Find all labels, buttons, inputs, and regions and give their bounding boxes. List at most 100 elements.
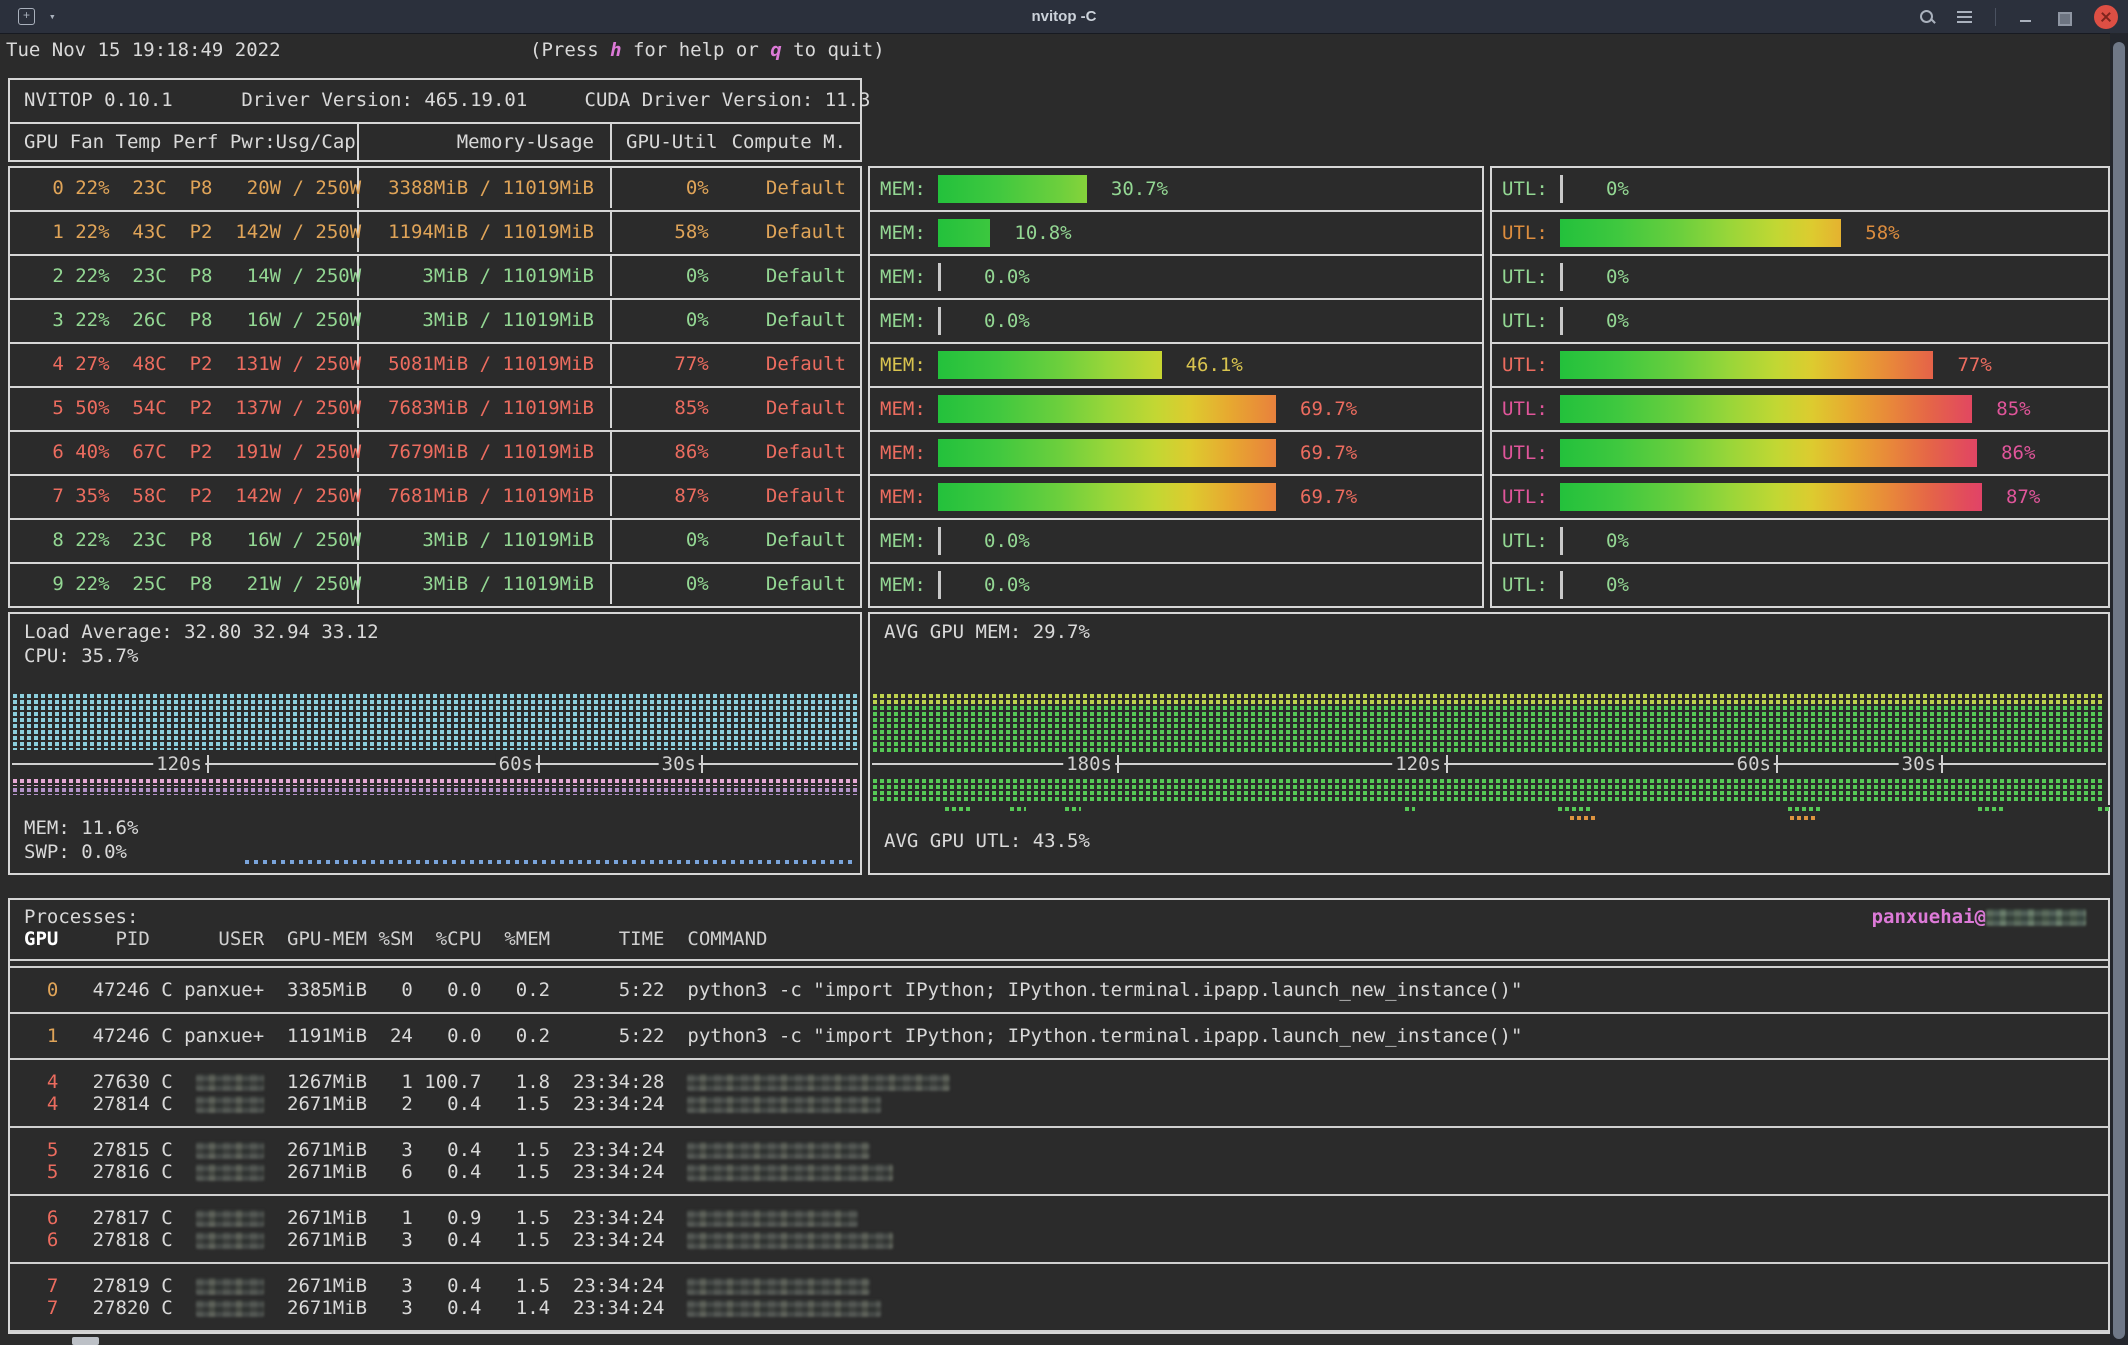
process-group: 6 27817 C 2671MiB 1 0.9 1.5 23:34:24 6 27818 C 2671… bbox=[10, 1196, 2108, 1262]
process-row[interactable]: 7 27820 C 2671MiB 3 0.4 1.4 23:34:24 bbox=[10, 1297, 2108, 1319]
mem-gauge-box: MEM: 46.1% bbox=[868, 342, 1484, 388]
col-header-pid: PID bbox=[115, 928, 150, 950]
cpu-percent-text: CPU: 35.7% bbox=[24, 645, 139, 667]
util-gauge-box: UTL: 87% bbox=[1490, 474, 2110, 520]
process-row[interactable]: 6 27817 C 2671MiB 1 0.9 1.5 23:34:24 bbox=[10, 1207, 2108, 1229]
util-gauge-bar: 0% bbox=[1560, 527, 2045, 555]
process-command-redacted bbox=[687, 1074, 950, 1091]
mem-gauge-value: 69.7% bbox=[1300, 486, 1358, 508]
process-user: panxue+ bbox=[184, 1025, 265, 1047]
mem-gauge-bar: 69.7% bbox=[938, 439, 1423, 467]
process-command-redacted bbox=[687, 1232, 893, 1249]
processes-title: Processes: bbox=[24, 906, 139, 928]
process-user-redacted bbox=[195, 1074, 265, 1091]
col-header-time: TIME bbox=[618, 928, 665, 950]
gpu-info-cell: 6 40% 67C P2 191W / 250W bbox=[10, 432, 361, 472]
process-type: C bbox=[161, 1071, 173, 1093]
gpu-info-cell: 8 22% 23C P8 16W / 250W bbox=[10, 520, 361, 560]
util-gauge-value: 0% bbox=[1606, 266, 1629, 288]
process-row[interactable]: 0 47246 Cpanxue+ 3385MiB 0 0.0 0.2 5:22 python3 … bbox=[10, 979, 2108, 1001]
process-group: 0 47246 Cpanxue+ 3385MiB 0 0.0 0.2 5:22 python3 … bbox=[10, 968, 2108, 1012]
util-gauge-label: UTL: bbox=[1502, 310, 1548, 332]
process-type: C bbox=[161, 1025, 173, 1047]
gpu-row: 5 50% 54C P2 137W / 250W 7683MiB / 11019M… bbox=[8, 386, 862, 432]
util-gauge-box: UTL: 85% bbox=[1490, 386, 2110, 432]
gpu-row: 8 22% 23C P8 16W / 250W 3MiB / 11019MiB 0… bbox=[8, 518, 862, 564]
gpu-memory-cell: 7679MiB / 11019MiB bbox=[359, 432, 612, 472]
util-gauge-value: 58% bbox=[1865, 222, 1900, 244]
process-row[interactable]: 7 27819 C 2671MiB 3 0.4 1.5 23:34:24 bbox=[10, 1275, 2108, 1297]
cpu-history-graph bbox=[13, 692, 857, 750]
process-cpu: 0.0 bbox=[447, 979, 482, 1001]
process-pid: 27815 bbox=[92, 1139, 150, 1161]
gpu-row: 3 22% 26C P8 16W / 250W 3MiB / 11019MiB 0… bbox=[8, 298, 862, 344]
process-pmem: 1.5 bbox=[515, 1207, 551, 1229]
window-title: nvitop -C bbox=[1031, 8, 1097, 25]
mem-gauge-bar: 46.1% bbox=[938, 351, 1423, 379]
process-row[interactable]: 6 27818 C 2671MiB 3 0.4 1.5 23:34:24 bbox=[10, 1229, 2108, 1251]
search-icon[interactable] bbox=[1919, 9, 1935, 25]
util-gauge-value: 77% bbox=[1957, 354, 1992, 376]
gpu-util-mode-cell: 0% Default bbox=[674, 573, 846, 595]
process-mem: 2671MiB bbox=[287, 1275, 368, 1297]
minimize-icon[interactable] bbox=[2018, 9, 2034, 25]
util-gauge-bar: 86% bbox=[1560, 439, 2045, 467]
mem-gauge-bar: 69.7% bbox=[938, 395, 1423, 423]
process-time: 23:34:24 bbox=[572, 1229, 665, 1251]
process-user-redacted bbox=[195, 1164, 265, 1181]
process-gpu: 5 bbox=[46, 1139, 59, 1161]
mem-gauge-box: MEM: 69.7% bbox=[868, 430, 1484, 476]
process-sm: 3 bbox=[401, 1297, 413, 1319]
process-pmem: 0.2 bbox=[515, 979, 551, 1001]
process-row[interactable]: 1 47246 Cpanxue+ 1191MiB 24 0.0 0.2 5:22 python3… bbox=[10, 1025, 2108, 1047]
util-gauge-bar: 58% bbox=[1560, 219, 2045, 247]
gpu-util-mode-cell: 87% Default bbox=[674, 485, 846, 507]
col-header-type bbox=[150, 928, 173, 950]
process-sm: 1 bbox=[401, 1207, 413, 1229]
restore-icon[interactable] bbox=[2056, 9, 2072, 26]
process-time: 23:34:28 bbox=[572, 1071, 665, 1093]
process-user-redacted bbox=[195, 1232, 265, 1249]
process-user-redacted bbox=[195, 1096, 265, 1113]
process-gpu: 6 bbox=[46, 1229, 59, 1251]
gpu-util-mode-cell: 0% Default bbox=[674, 265, 846, 287]
gpu-info-cell: 9 22% 25C P8 21W / 250W bbox=[10, 564, 361, 604]
mem-gauge-bar: 30.7% bbox=[938, 175, 1423, 203]
process-type: C bbox=[161, 1161, 173, 1183]
process-command-redacted bbox=[687, 1142, 870, 1159]
process-group: 1 47246 Cpanxue+ 1191MiB 24 0.0 0.2 5:22 python3… bbox=[10, 1014, 2108, 1058]
process-sm: 2 bbox=[401, 1093, 413, 1115]
gpu-util-mode-cell: 0% Default bbox=[674, 309, 846, 331]
util-gauge-box: UTL: 0% bbox=[1490, 254, 2110, 300]
mem-gauge-value: 0.0% bbox=[984, 310, 1030, 332]
gpu-info-cell: 1 22% 43C P2 142W / 250W bbox=[10, 212, 361, 252]
util-gauge-bar: 87% bbox=[1560, 483, 2045, 511]
mem-history-graph-low bbox=[13, 786, 857, 795]
process-command-redacted bbox=[687, 1164, 893, 1181]
close-icon[interactable] bbox=[2094, 4, 2118, 29]
mem-gauge-box: MEM: 30.7% bbox=[868, 166, 1484, 212]
process-sm: 3 bbox=[401, 1275, 413, 1297]
process-row[interactable]: 5 27816 C 2671MiB 6 0.4 1.5 23:34:24 bbox=[10, 1161, 2108, 1183]
util-gauge-value: 86% bbox=[2001, 442, 2036, 464]
mem-gauge-box: MEM: 69.7% bbox=[868, 474, 1484, 520]
avg-gpu-mem-text: AVG GPU MEM: 29.7% bbox=[884, 621, 1090, 643]
help-key-h: h bbox=[610, 39, 622, 61]
process-mem: 2671MiB bbox=[287, 1297, 368, 1319]
process-row[interactable]: 4 27814 C 2671MiB 2 0.4 1.5 23:34:24 bbox=[10, 1093, 2108, 1115]
process-mem: 1191MiB bbox=[287, 1025, 368, 1047]
gpu-util-mode-cell: 77% Default bbox=[674, 353, 846, 375]
gpu-util-mode-cell: 58% Default bbox=[674, 221, 846, 243]
menu-icon[interactable] bbox=[1957, 9, 1973, 25]
scrollbar-thumb[interactable] bbox=[2113, 42, 2125, 1339]
process-row[interactable]: 4 27630 C 1267MiB 1 100.7 1.8 23:34:28 bbox=[10, 1071, 2108, 1093]
gpu-table-header-util: GPU-Util Compute M. bbox=[626, 131, 846, 153]
util-gauge-value: 85% bbox=[1996, 398, 2031, 420]
process-table-header: GPU PID USER GPU-MEM %SM %CPU %MEM TIME COMMAND bbox=[10, 928, 2108, 950]
process-row[interactable]: 5 27815 C 2671MiB 3 0.4 1.5 23:34:24 bbox=[10, 1139, 2108, 1161]
process-user-redacted bbox=[195, 1142, 265, 1159]
user-host: panxuehai@ bbox=[1872, 906, 2086, 928]
axis-label: 120s bbox=[153, 754, 205, 774]
process-command-redacted bbox=[687, 1210, 859, 1227]
axis-label: 120s bbox=[1392, 754, 1444, 774]
